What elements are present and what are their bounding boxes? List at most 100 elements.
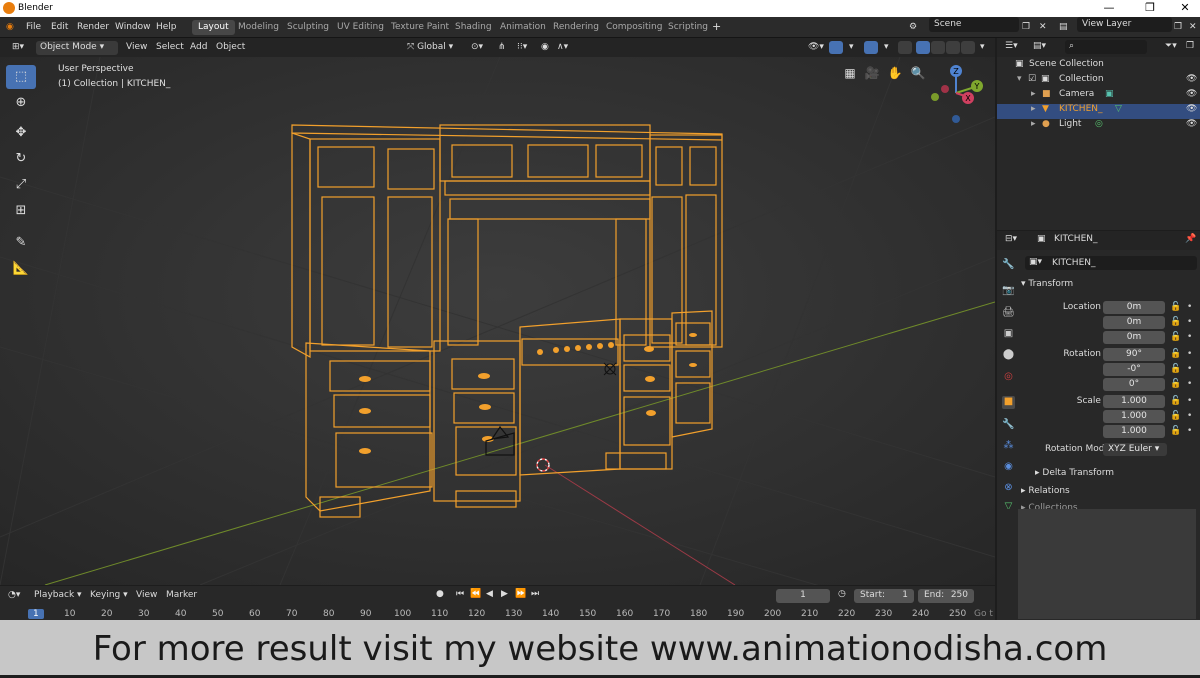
visibility-icon[interactable]: 👁▾ — [804, 41, 828, 55]
material-shading-icon[interactable] — [946, 41, 960, 54]
3d-viewport[interactable]: Z Y X User Perspective (1) Collection | … — [0, 57, 995, 585]
jump-start-button[interactable]: ⏮ — [456, 589, 464, 599]
visibility-eye-icon[interactable]: 👁 — [1186, 89, 1197, 99]
record-button[interactable]: ● — [436, 589, 444, 599]
jump-keyframe-forward-button[interactable]: ⏩ — [515, 589, 526, 599]
outliner-row-scene-collection[interactable]: ▣ Scene Collection — [997, 59, 1200, 74]
ortho-toggle-icon[interactable]: ▦ — [840, 66, 860, 84]
gizmo-dropdown-icon[interactable]: ▾ — [845, 41, 858, 55]
add-workspace-icon[interactable]: + — [712, 20, 721, 33]
keyframe-dot-icon[interactable]: • — [1187, 317, 1192, 327]
object-browse-icon[interactable]: ▣▾ — [1029, 257, 1042, 267]
gizmo-neg-y-axis[interactable] — [931, 93, 939, 101]
scale-tool-icon[interactable]: ⤢ — [6, 173, 36, 197]
camera-view-icon[interactable]: 🎥 — [862, 66, 882, 84]
render-tab-icon[interactable]: 📷 — [1002, 285, 1015, 298]
solid-shading-icon[interactable] — [931, 41, 945, 54]
pin-icon[interactable]: 📌 — [1185, 234, 1196, 244]
view-layer-tab-icon[interactable]: ▣ — [1002, 328, 1015, 341]
select-box-tool-icon[interactable]: ⬚ — [6, 65, 36, 89]
delta-transform-header[interactable]: ▸ Delta Transform — [1035, 468, 1114, 478]
rotation-mode-dropdown[interactable]: XYZ Euler ▾ — [1103, 443, 1167, 456]
lock-icon[interactable]: 🔓 — [1170, 317, 1181, 327]
new-collection-icon[interactable]: ❐ — [1186, 41, 1194, 51]
expand-arrow-icon[interactable]: ▸ — [1031, 119, 1036, 129]
pivot-point-icon[interactable]: ⊙▾ — [467, 41, 487, 55]
outliner-row-camera[interactable]: ▸ ■ Camera ▣ 👁 — [997, 89, 1200, 104]
keyframe-dot-icon[interactable]: • — [1187, 302, 1192, 312]
proportional-edit-icon[interactable]: ◉ — [537, 41, 553, 55]
particles-tab-icon[interactable]: ⁂ — [1002, 440, 1015, 453]
object-mode-dropdown[interactable]: Object Mode ▾ — [36, 41, 118, 55]
keyframe-dot-icon[interactable]: • — [1187, 396, 1192, 406]
menu-edit[interactable]: Edit — [51, 22, 68, 32]
light-data-icon[interactable]: ◎ — [1095, 119, 1103, 129]
wireframe-shading-icon[interactable] — [916, 41, 930, 54]
end-frame-field[interactable]: End: 250 — [918, 589, 974, 603]
visibility-eye-icon[interactable]: 👁 — [1186, 119, 1197, 129]
location-z-field[interactable]: 0m — [1103, 331, 1165, 344]
transform-panel-header[interactable]: ▾ Transform — [1021, 279, 1073, 289]
keyframe-dot-icon[interactable]: • — [1187, 349, 1192, 359]
properties-editor-type-icon[interactable]: ⊟▾ — [1005, 234, 1017, 244]
tab-layout[interactable]: Layout — [192, 20, 235, 35]
location-y-field[interactable]: 0m — [1103, 316, 1165, 329]
tab-modeling[interactable]: Modeling — [232, 20, 285, 35]
modifier-tab-icon[interactable]: 🔧 — [1002, 419, 1015, 432]
expand-arrow-icon[interactable]: ▸ — [1031, 104, 1036, 114]
gizmo-neg-x-axis[interactable] — [941, 85, 949, 93]
outliner-row-light[interactable]: ▸ ● Light ◎ 👁 — [997, 119, 1200, 134]
mesh-data-icon[interactable]: ▽ — [1115, 104, 1122, 114]
menu-keying[interactable]: Keying ▾ — [90, 590, 128, 600]
scene-field[interactable]: Scene — [929, 17, 1019, 32]
tab-sculpting[interactable]: Sculpting — [281, 20, 335, 35]
lock-icon[interactable]: 🔓 — [1170, 411, 1181, 421]
minimize-button[interactable]: — — [1096, 1, 1122, 14]
jump-end-button[interactable]: ⏭ — [531, 589, 539, 599]
keyframe-dot-icon[interactable]: • — [1187, 364, 1192, 374]
falloff-icon[interactable]: ∧▾ — [553, 41, 572, 55]
tab-uv-editing[interactable]: UV Editing — [331, 20, 390, 35]
preview-range-icon[interactable]: ◷ — [838, 589, 846, 599]
rotation-z-field[interactable]: 0° — [1103, 378, 1165, 391]
tab-shading[interactable]: Shading — [449, 20, 498, 35]
menu-window[interactable]: Window — [115, 22, 151, 32]
keyframe-dot-icon[interactable]: • — [1187, 426, 1192, 436]
timeline-editor-type-icon[interactable]: ◔▾ — [8, 590, 20, 600]
expand-arrow-icon[interactable]: ▸ — [1031, 89, 1036, 99]
transform-orientation-dropdown[interactable]: ⤧ Global ▾ — [403, 41, 457, 55]
editor-type-icon[interactable]: ⊞▾ — [8, 41, 28, 55]
rotate-tool-icon[interactable]: ↻ — [6, 147, 36, 171]
expand-arrow-icon[interactable]: ▾ — [1017, 74, 1022, 84]
location-x-field[interactable]: 0m — [1103, 301, 1165, 314]
tool-tab-icon[interactable]: 🔧 — [1002, 259, 1015, 272]
gizmo-neg-z-axis[interactable] — [952, 115, 960, 123]
move-tool-icon[interactable]: ✥ — [6, 121, 36, 145]
keyframe-dot-icon[interactable]: • — [1187, 411, 1192, 421]
play-button[interactable]: ▶ — [501, 589, 508, 599]
xray-toggle-icon[interactable] — [898, 41, 912, 54]
keyframe-dot-icon[interactable]: • — [1187, 332, 1192, 342]
start-frame-field[interactable]: Start: 1 — [854, 589, 914, 603]
tab-animation[interactable]: Animation — [494, 20, 552, 35]
view-layer-copy-icon[interactable]: ❐ — [1174, 22, 1182, 32]
datablock-field[interactable]: ▣▾ KITCHEN_ — [1025, 256, 1197, 270]
zoom-view-icon[interactable]: 🔍 — [908, 66, 928, 84]
data-tab-icon[interactable]: ▽ — [1002, 501, 1015, 509]
view-layer-remove-icon[interactable]: ✕ — [1189, 22, 1197, 32]
transform-tool-icon[interactable]: ⊞ — [6, 199, 36, 223]
menu-playback[interactable]: Playback ▾ — [34, 590, 82, 600]
output-tab-icon[interactable]: 🖨 — [1002, 307, 1015, 320]
close-button[interactable]: ✕ — [1172, 1, 1198, 14]
blender-menu-icon[interactable]: ◉ — [6, 22, 14, 32]
menu-view[interactable]: View — [122, 41, 151, 55]
menu-marker[interactable]: Marker — [166, 590, 197, 600]
maximize-button[interactable]: ❐ — [1137, 1, 1163, 14]
jump-keyframe-back-button[interactable]: ⏪ — [470, 589, 481, 599]
rotation-y-field[interactable]: -0° — [1103, 363, 1165, 376]
filter-icon[interactable]: ⏷▾ — [1165, 41, 1177, 51]
view-layer-icon[interactable]: ▤ — [1059, 22, 1068, 32]
physics-tab-icon[interactable]: ◉ — [1002, 461, 1015, 474]
scale-x-field[interactable]: 1.000 — [1103, 395, 1165, 408]
outliner-row-collection[interactable]: ▾ ☑ ▣ Collection 👁 — [997, 74, 1200, 89]
